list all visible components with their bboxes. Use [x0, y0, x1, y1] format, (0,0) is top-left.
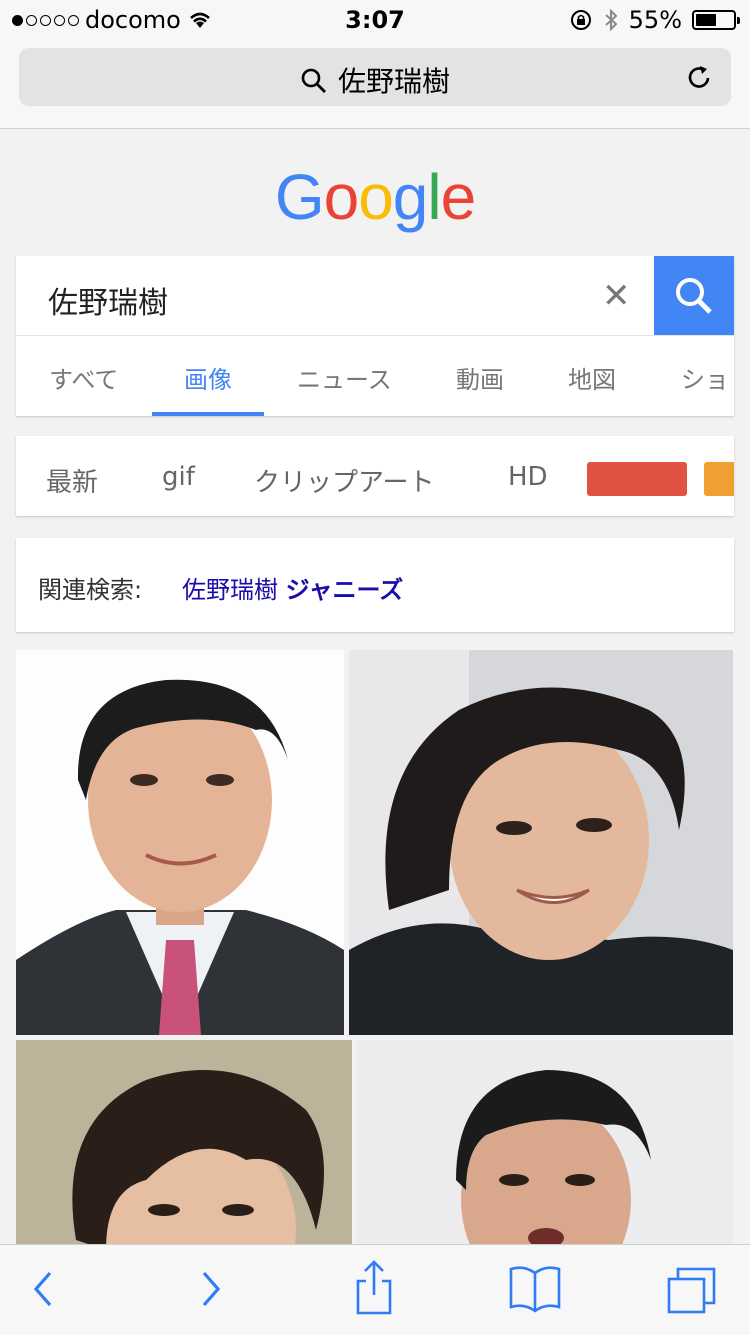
search-icon [301, 68, 326, 93]
filter-gif[interactable]: gif [162, 462, 195, 492]
tab-news[interactable]: ニュース [297, 360, 392, 395]
image-result-1[interactable] [16, 650, 344, 1035]
logo-letter: l [427, 161, 441, 233]
tab-all[interactable]: すべて [49, 360, 118, 395]
search-input[interactable]: 佐野瑞樹 [48, 278, 168, 322]
rotation-lock-icon [570, 10, 591, 30]
search-button[interactable] [654, 256, 734, 335]
address-bar[interactable]: 佐野瑞樹 [19, 48, 731, 106]
back-icon[interactable] [28, 1267, 58, 1311]
portrait-image [356, 1040, 733, 1250]
logo-letter: e [440, 161, 477, 233]
portrait-image [349, 650, 733, 1035]
image-result-4[interactable] [356, 1040, 733, 1250]
tabs-icon[interactable] [666, 1265, 720, 1315]
filter-clipart[interactable]: クリップアート [254, 462, 434, 499]
forward-icon[interactable] [196, 1267, 226, 1311]
clear-icon[interactable]: ✕ [602, 276, 631, 316]
share-icon[interactable] [352, 1259, 396, 1317]
bottom-toolbar [0, 1244, 750, 1335]
filter-latest[interactable]: 最新 [46, 462, 98, 499]
tab-images[interactable]: 画像 [184, 360, 232, 395]
address-text: 佐野瑞樹 [337, 65, 450, 98]
color-filter-red[interactable] [587, 462, 687, 496]
search-card: 佐野瑞樹 ✕ すべて 画像 ニュース 動画 地図 ショ [16, 256, 734, 416]
logo-letter: o [323, 161, 360, 233]
battery-icon [692, 10, 740, 30]
logo-letter: G [274, 161, 325, 233]
search-icon [676, 278, 712, 314]
reload-icon[interactable] [683, 61, 715, 93]
related-searches: 関連検索: 佐野瑞樹 ジャニーズ [16, 538, 734, 632]
filter-hd[interactable]: HD [508, 462, 548, 492]
browser-chrome: 佐野瑞樹 [0, 40, 750, 129]
portrait-image [16, 650, 344, 1035]
image-result-2[interactable] [349, 650, 733, 1035]
related-label: 関連検索: [38, 576, 143, 604]
status-bar: docomo 3:07 55% [0, 0, 750, 40]
portrait-image [16, 1040, 352, 1250]
address-bar-content[interactable]: 佐野瑞樹 [19, 60, 731, 100]
battery-percent: 55% [628, 6, 682, 34]
tab-maps[interactable]: 地図 [568, 360, 616, 395]
tab-shopping[interactable]: ショ [681, 360, 729, 395]
search-tabs: すべて 画像 ニュース 動画 地図 ショ [16, 336, 734, 416]
bluetooth-icon [604, 8, 618, 32]
google-logo: Google [0, 160, 750, 234]
related-link-bold: ジャニーズ [285, 576, 404, 604]
color-filter-orange[interactable] [704, 462, 734, 496]
filter-bar: 最新 gif クリップアート HD [16, 436, 734, 516]
status-right-group: 55% [569, 6, 740, 34]
tab-videos[interactable]: 動画 [456, 360, 504, 395]
logo-letter: g [392, 161, 429, 233]
active-tab-indicator [152, 412, 264, 416]
related-search-link[interactable]: 佐野瑞樹 ジャニーズ [182, 570, 403, 605]
image-result-3[interactable] [16, 1040, 352, 1250]
bookmarks-icon[interactable] [508, 1263, 562, 1313]
logo-letter: o [358, 161, 394, 233]
related-link-plain: 佐野瑞樹 [182, 576, 278, 604]
